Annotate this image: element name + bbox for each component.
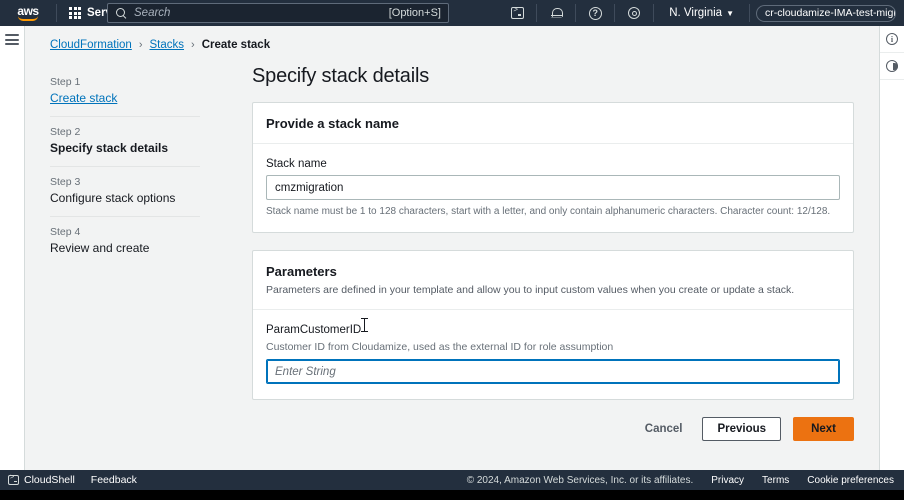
breadcrumb-item-cloudformation[interactable]: CloudFormation [50, 39, 132, 51]
left-navigation-rail [0, 26, 25, 476]
help-panel-icon [886, 60, 898, 72]
help-panel-button[interactable] [880, 53, 904, 80]
stack-name-input[interactable] [266, 175, 840, 200]
stack-name-hint: Stack name must be 1 to 128 characters, … [266, 206, 840, 217]
settings-icon [627, 6, 641, 20]
help-button[interactable]: ? [582, 0, 608, 26]
footer-feedback-link[interactable]: Feedback [91, 474, 137, 486]
stack-name-card: Provide a stack name Stack name Stack na… [252, 102, 854, 233]
footer-cloudshell-button[interactable]: CloudShell [8, 474, 75, 486]
parameters-card-body: ParamCustomerID Customer ID from Cloudam… [253, 310, 853, 399]
footer-left-group: CloudShell Feedback [0, 474, 137, 486]
page-title: Specify stack details [252, 65, 854, 88]
region-label: N. Virginia [669, 7, 722, 19]
wizard-step-3-number: Step 3 [50, 176, 200, 188]
breadcrumb-separator-icon: › [139, 39, 143, 51]
account-menu-button[interactable]: cr-cloudamize-IMA-test-migrat... ▼ [756, 5, 896, 22]
footer-copyright: © 2024, Amazon Web Services, Inc. or its… [467, 475, 694, 486]
nav-divider [536, 4, 537, 22]
global-search-input[interactable]: Search [Option+S] [107, 3, 449, 23]
region-selector[interactable]: N. Virginia ▼ [660, 0, 743, 26]
wizard-actions: Cancel Previous Next [252, 417, 854, 441]
cancel-button[interactable]: Cancel [637, 418, 691, 440]
nav-right-group: ? N. Virginia ▼ cr-cloudamize-IMA-test-m… [504, 0, 904, 26]
cloudshell-icon [8, 475, 19, 485]
search-placeholder: Search [134, 7, 389, 19]
wizard-step-3[interactable]: Step 3 Configure stack options [50, 166, 200, 216]
settings-button[interactable] [621, 0, 647, 26]
nav-divider [56, 4, 57, 22]
chevron-down-icon: ▼ [726, 9, 734, 18]
footer-cloudshell-label: CloudShell [24, 474, 75, 486]
wizard-steps-sidebar: Step 1 Create stack Step 2 Specify stack… [50, 65, 200, 441]
footer-terms-link[interactable]: Terms [762, 475, 789, 486]
nav-divider [653, 4, 654, 22]
previous-button[interactable]: Previous [702, 417, 781, 441]
nav-divider [614, 4, 615, 22]
wizard-step-4[interactable]: Step 4 Review and create [50, 216, 200, 266]
wizard-step-4-title: Review and create [50, 241, 200, 255]
help-icon: ? [589, 7, 602, 20]
parameters-card-header: Parameters Parameters are defined in you… [253, 251, 853, 310]
top-navigation-bar: aws Services Search [Option+S] ? N. Virg [0, 0, 904, 26]
wizard-step-1[interactable]: Step 1 Create stack [50, 67, 200, 116]
cloudshell-icon [511, 7, 524, 19]
nav-divider [575, 4, 576, 22]
wizard-step-1-number: Step 1 [50, 76, 200, 88]
search-icon [115, 7, 127, 19]
content-columns: Step 1 Create stack Step 2 Specify stack… [25, 65, 879, 441]
main-form: Specify stack details Provide a stack na… [200, 65, 879, 441]
aws-logo[interactable]: aws [6, 6, 50, 21]
breadcrumb-item-stacks[interactable]: Stacks [150, 39, 185, 51]
search-shortcut-hint: [Option+S] [389, 7, 441, 19]
info-panel-button[interactable]: i [880, 26, 904, 53]
parameters-card: Parameters Parameters are defined in you… [252, 250, 854, 400]
breadcrumb: CloudFormation › Stacks › Create stack [25, 26, 879, 51]
wizard-step-3-title: Configure stack options [50, 191, 200, 205]
info-icon: i [886, 33, 898, 45]
aws-logo-smile [18, 16, 38, 21]
wizard-step-2[interactable]: Step 2 Specify stack details [50, 116, 200, 166]
stack-name-card-header: Provide a stack name [253, 103, 853, 144]
bell-icon [550, 7, 563, 20]
parameters-card-title: Parameters [266, 264, 840, 279]
wizard-step-2-title: Specify stack details [50, 141, 200, 155]
nav-divider [749, 4, 750, 22]
breadcrumb-separator-icon: › [191, 39, 195, 51]
footer-privacy-link[interactable]: Privacy [711, 475, 744, 486]
grid-icon [69, 7, 81, 19]
stack-name-card-body: Stack name Stack name must be 1 to 128 c… [253, 144, 853, 232]
account-label: cr-cloudamize-IMA-test-migrat... [765, 7, 896, 19]
footer-bar: CloudShell Feedback © 2024, Amazon Web S… [0, 470, 904, 490]
menu-toggle-button[interactable] [5, 34, 19, 476]
aws-logo-wordmark: aws [17, 6, 38, 17]
cloudshell-button[interactable] [504, 0, 530, 26]
notifications-button[interactable] [543, 0, 569, 26]
next-button[interactable]: Next [793, 417, 854, 441]
breadcrumb-item-create-stack: Create stack [202, 39, 270, 51]
wizard-step-1-title[interactable]: Create stack [50, 91, 200, 105]
footer-cookie-preferences-link[interactable]: Cookie preferences [807, 475, 894, 486]
wizard-step-2-number: Step 2 [50, 126, 200, 138]
wizard-step-4-number: Step 4 [50, 226, 200, 238]
parameters-card-description: Parameters are defined in your template … [266, 283, 840, 297]
param-customer-id-input[interactable] [266, 359, 840, 384]
stack-name-label: Stack name [266, 158, 840, 170]
stack-name-card-title: Provide a stack name [266, 116, 840, 131]
right-tools-rail: i [879, 26, 904, 476]
param-customer-id-description: Customer ID from Cloudamize, used as the… [266, 341, 840, 353]
param-customer-id-label: ParamCustomerID [266, 324, 840, 336]
page-content: CloudFormation › Stacks › Create stack S… [25, 26, 879, 476]
footer-right-group: © 2024, Amazon Web Services, Inc. or its… [467, 475, 904, 486]
